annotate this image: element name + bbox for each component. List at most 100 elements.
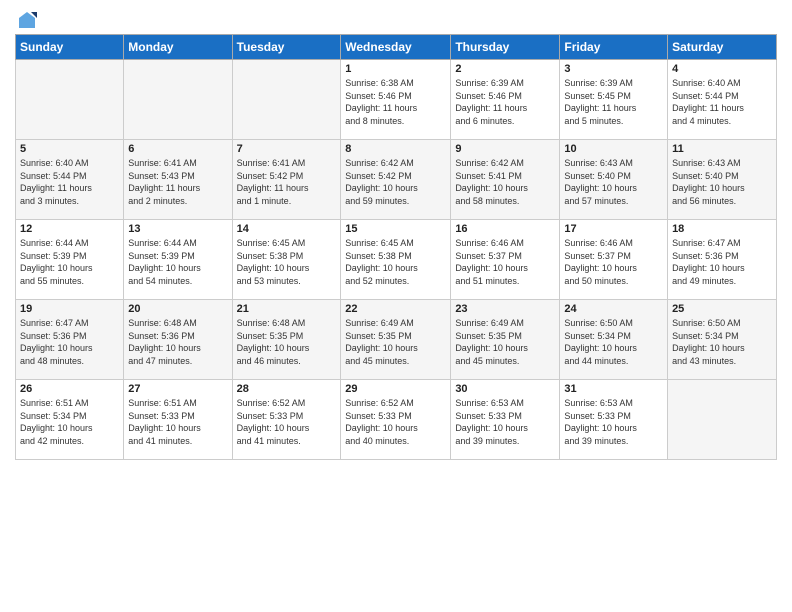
day-number: 1 <box>345 63 446 75</box>
calendar-cell <box>668 380 777 460</box>
day-info: Sunrise: 6:42 AM Sunset: 5:41 PM Dayligh… <box>455 157 555 207</box>
col-header-saturday: Saturday <box>668 35 777 60</box>
day-info: Sunrise: 6:49 AM Sunset: 5:35 PM Dayligh… <box>345 317 446 367</box>
day-info: Sunrise: 6:49 AM Sunset: 5:35 PM Dayligh… <box>455 317 555 367</box>
calendar-cell: 16 Sunrise: 6:46 AM Sunset: 5:37 PM Dayli… <box>451 220 560 300</box>
day-info: Sunrise: 6:45 AM Sunset: 5:38 PM Dayligh… <box>237 237 337 287</box>
logo <box>15 10 37 26</box>
day-number: 19 <box>20 303 119 315</box>
calendar-cell: 8 Sunrise: 6:42 AM Sunset: 5:42 PM Daylig… <box>341 140 451 220</box>
day-number: 4 <box>672 63 772 75</box>
calendar-cell: 13Sunrise: 6:44 AM Sunset: 5:39 PM Dayli… <box>124 220 232 300</box>
day-number: 27 <box>128 383 227 395</box>
calendar-cell <box>124 60 232 140</box>
calendar-cell: 27 Sunrise: 6:51 AM Sunset: 5:33 PM Dayli… <box>124 380 232 460</box>
col-header-monday: Monday <box>124 35 232 60</box>
week-row: 26Sunrise: 6:51 AM Sunset: 5:34 PM Dayli… <box>16 380 777 460</box>
day-info: Sunrise: 6:51 AM Sunset: 5:33 PM Dayligh… <box>128 397 227 447</box>
day-info: Sunrise: 6:46 AM Sunset: 5:37 PM Dayligh… <box>455 237 555 287</box>
calendar-cell: 5 Sunrise: 6:40 AM Sunset: 5:44 PM Daylig… <box>16 140 124 220</box>
calendar: SundayMondayTuesdayWednesdayThursdayFrid… <box>15 34 777 460</box>
calendar-cell: 28 Sunrise: 6:52 AM Sunset: 5:33 PM Dayli… <box>232 380 341 460</box>
calendar-cell: 21 Sunrise: 6:48 AM Sunset: 5:35 PM Dayli… <box>232 300 341 380</box>
calendar-cell: 9 Sunrise: 6:42 AM Sunset: 5:41 PM Daylig… <box>451 140 560 220</box>
day-info: Sunrise: 6:39 AM Sunset: 5:46 PM Dayligh… <box>455 77 555 127</box>
col-header-tuesday: Tuesday <box>232 35 341 60</box>
calendar-cell: 31 Sunrise: 6:53 AM Sunset: 5:33 PM Dayli… <box>560 380 668 460</box>
header-row: SundayMondayTuesdayWednesdayThursdayFrid… <box>16 35 777 60</box>
day-info: Sunrise: 6:39 AM Sunset: 5:45 PM Dayligh… <box>564 77 663 127</box>
day-number: 29 <box>345 383 446 395</box>
calendar-cell: 4 Sunrise: 6:40 AM Sunset: 5:44 PM Daylig… <box>668 60 777 140</box>
day-info: Sunrise: 6:38 AM Sunset: 5:46 PM Dayligh… <box>345 77 446 127</box>
week-row: 5 Sunrise: 6:40 AM Sunset: 5:44 PM Daylig… <box>16 140 777 220</box>
calendar-cell <box>16 60 124 140</box>
day-number: 26 <box>20 383 119 395</box>
day-number: 21 <box>237 303 337 315</box>
calendar-cell: 6 Sunrise: 6:41 AM Sunset: 5:43 PM Daylig… <box>124 140 232 220</box>
calendar-cell: 2 Sunrise: 6:39 AM Sunset: 5:46 PM Daylig… <box>451 60 560 140</box>
day-number: 2 <box>455 63 555 75</box>
day-number: 7 <box>237 143 337 155</box>
calendar-cell: 18Sunrise: 6:47 AM Sunset: 5:36 PM Dayli… <box>668 220 777 300</box>
header <box>15 10 777 26</box>
day-number: 16 <box>455 223 555 235</box>
day-info: Sunrise: 6:48 AM Sunset: 5:35 PM Dayligh… <box>237 317 337 367</box>
day-number: 5 <box>20 143 119 155</box>
day-number: 31 <box>564 383 663 395</box>
calendar-cell: 10Sunrise: 6:43 AM Sunset: 5:40 PM Dayli… <box>560 140 668 220</box>
day-number: 12 <box>20 223 119 235</box>
week-row: 19 Sunrise: 6:47 AM Sunset: 5:36 PM Dayli… <box>16 300 777 380</box>
calendar-cell: 12Sunrise: 6:44 AM Sunset: 5:39 PM Dayli… <box>16 220 124 300</box>
day-info: Sunrise: 6:44 AM Sunset: 5:39 PM Dayligh… <box>128 237 227 287</box>
col-header-thursday: Thursday <box>451 35 560 60</box>
calendar-cell: 14 Sunrise: 6:45 AM Sunset: 5:38 PM Dayli… <box>232 220 341 300</box>
calendar-cell: 30 Sunrise: 6:53 AM Sunset: 5:33 PM Dayli… <box>451 380 560 460</box>
calendar-cell: 25 Sunrise: 6:50 AM Sunset: 5:34 PM Dayli… <box>668 300 777 380</box>
day-number: 14 <box>237 223 337 235</box>
calendar-cell: 7Sunrise: 6:41 AM Sunset: 5:42 PM Daylig… <box>232 140 341 220</box>
calendar-cell: 19 Sunrise: 6:47 AM Sunset: 5:36 PM Dayli… <box>16 300 124 380</box>
day-info: Sunrise: 6:40 AM Sunset: 5:44 PM Dayligh… <box>672 77 772 127</box>
day-info: Sunrise: 6:47 AM Sunset: 5:36 PM Dayligh… <box>672 237 772 287</box>
day-number: 28 <box>237 383 337 395</box>
day-info: Sunrise: 6:40 AM Sunset: 5:44 PM Dayligh… <box>20 157 119 207</box>
logo-icon <box>17 10 37 30</box>
day-info: Sunrise: 6:43 AM Sunset: 5:40 PM Dayligh… <box>672 157 772 207</box>
day-number: 30 <box>455 383 555 395</box>
day-info: Sunrise: 6:53 AM Sunset: 5:33 PM Dayligh… <box>564 397 663 447</box>
day-number: 25 <box>672 303 772 315</box>
day-number: 24 <box>564 303 663 315</box>
day-number: 15 <box>345 223 446 235</box>
calendar-cell: 15 Sunrise: 6:45 AM Sunset: 5:38 PM Dayli… <box>341 220 451 300</box>
calendar-cell: 11Sunrise: 6:43 AM Sunset: 5:40 PM Dayli… <box>668 140 777 220</box>
calendar-cell: 20Sunrise: 6:48 AM Sunset: 5:36 PM Dayli… <box>124 300 232 380</box>
day-number: 3 <box>564 63 663 75</box>
calendar-cell: 3 Sunrise: 6:39 AM Sunset: 5:45 PM Daylig… <box>560 60 668 140</box>
week-row: 12 Sunrise: 6:44 AM Sunset: 5:39 PM Dayli… <box>16 220 777 300</box>
day-info: Sunrise: 6:41 AM Sunset: 5:43 PM Dayligh… <box>128 157 227 207</box>
day-number: 8 <box>345 143 446 155</box>
day-number: 6 <box>128 143 227 155</box>
day-info: Sunrise: 6:47 AM Sunset: 5:36 PM Dayligh… <box>20 317 119 367</box>
calendar-cell: 26Sunrise: 6:51 AM Sunset: 5:34 PM Dayli… <box>16 380 124 460</box>
calendar-cell: 17 Sunrise: 6:46 AM Sunset: 5:37 PM Dayli… <box>560 220 668 300</box>
day-info: Sunrise: 6:48 AM Sunset: 5:36 PM Dayligh… <box>128 317 227 367</box>
page: SundayMondayTuesdayWednesdayThursdayFrid… <box>0 0 792 612</box>
calendar-cell: 1 Sunrise: 6:38 AM Sunset: 5:46 PM Daylig… <box>341 60 451 140</box>
day-info: Sunrise: 6:53 AM Sunset: 5:33 PM Dayligh… <box>455 397 555 447</box>
day-number: 23 <box>455 303 555 315</box>
day-info: Sunrise: 6:46 AM Sunset: 5:37 PM Dayligh… <box>564 237 663 287</box>
day-info: Sunrise: 6:45 AM Sunset: 5:38 PM Dayligh… <box>345 237 446 287</box>
day-info: Sunrise: 6:52 AM Sunset: 5:33 PM Dayligh… <box>345 397 446 447</box>
day-info: Sunrise: 6:50 AM Sunset: 5:34 PM Dayligh… <box>672 317 772 367</box>
day-number: 9 <box>455 143 555 155</box>
calendar-cell: 24Sunrise: 6:50 AM Sunset: 5:34 PM Dayli… <box>560 300 668 380</box>
day-info: Sunrise: 6:42 AM Sunset: 5:42 PM Dayligh… <box>345 157 446 207</box>
day-info: Sunrise: 6:43 AM Sunset: 5:40 PM Dayligh… <box>564 157 663 207</box>
col-header-friday: Friday <box>560 35 668 60</box>
day-number: 22 <box>345 303 446 315</box>
calendar-cell: 29 Sunrise: 6:52 AM Sunset: 5:33 PM Dayli… <box>341 380 451 460</box>
day-info: Sunrise: 6:52 AM Sunset: 5:33 PM Dayligh… <box>237 397 337 447</box>
day-number: 17 <box>564 223 663 235</box>
